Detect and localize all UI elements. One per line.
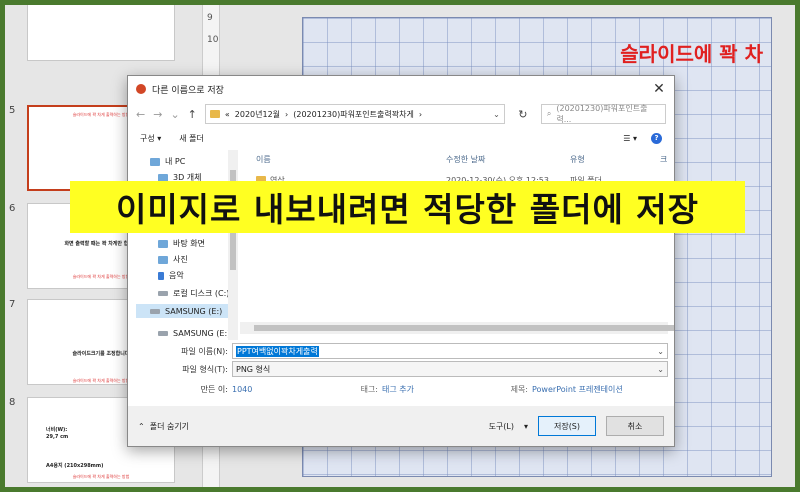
nav-item-pictures[interactable]: 사진	[158, 254, 188, 265]
view-options-icon[interactable]: ☰ ▾	[623, 134, 637, 143]
author-label: 만든 이:	[200, 384, 228, 394]
hide-folders-label: 폴더 숨기기	[149, 421, 190, 431]
nav-item-this-pc[interactable]: 내 PC	[150, 156, 185, 167]
thumbnail-text: A4용지 (210x298mm)	[46, 463, 104, 469]
nav-item-label: 바탕 화면	[173, 239, 205, 248]
nav-item-music[interactable]: 음악	[158, 270, 184, 281]
recent-chevron-icon[interactable]: ⌄	[170, 108, 179, 121]
search-box[interactable]: ⌕ (20201230)파워포인트출력...	[540, 104, 666, 124]
column-size[interactable]: 크	[660, 154, 667, 165]
up-arrow-icon[interactable]: ↑	[188, 108, 197, 121]
back-arrow-icon[interactable]: ←	[136, 108, 145, 121]
nav-item-label: 사진	[173, 255, 188, 264]
app-window: 5 슬라이드에 꽉 차게 출력하는 방법 6 화면 출력할 때는 꽉 차게만 합…	[5, 5, 795, 487]
organize-button[interactable]: 구성 ▾	[140, 133, 161, 144]
chevron-down-icon[interactable]: ⌄	[657, 347, 664, 356]
nav-item-label: SAMSUNG (E:)	[173, 328, 231, 338]
nav-item-samsung-drive[interactable]: SAMSUNG (E:)	[136, 304, 232, 318]
thumbnail-text: 슬라이드에 꽉 차게 출력하는 방법	[72, 474, 130, 479]
breadcrumb-overflow[interactable]: «	[225, 110, 230, 119]
caption-banner: 이미지로 내보내려면 적당한 폴더에 저장	[70, 181, 745, 233]
navigation-pane: 내 PC 3D 개체 바탕 화면 사진 음악 로컬 디스크 (C:) SAMSU…	[128, 150, 240, 340]
breadcrumb-separator: ›	[285, 109, 289, 119]
dialog-navbar: ← → ⌄ ↑ « 2020년12월 › (20201230)파워포인트출력꽉차…	[128, 102, 674, 126]
save-fields: 파일 이름(N): PPT여백없이꽉차게출력 ⌄ 파일 형식(T): PNG 형…	[128, 342, 674, 400]
help-icon[interactable]: ?	[651, 132, 662, 144]
horizontal-scrollbar[interactable]	[240, 322, 674, 334]
file-list: 이름 수정한 날짜 유형 크 영상 2020-12-30(수) 오후 12:53…	[240, 150, 674, 340]
filename-input[interactable]: PPT여백없이꽉차게출력 ⌄	[232, 343, 668, 359]
ruler-mark: 10	[207, 35, 219, 45]
nav-item-label: SAMSUNG (E:)	[165, 306, 223, 316]
folder-icon	[209, 110, 220, 118]
caption-text: 이미지로 내보내려면 적당한 폴더에 저장	[115, 190, 700, 229]
tags-value[interactable]: 태그 추가	[382, 384, 502, 395]
author-value[interactable]: 1040	[232, 385, 352, 394]
refresh-icon[interactable]: ↻	[513, 108, 533, 121]
filetype-select[interactable]: PNG 형식 ⌄	[232, 361, 668, 377]
tags-label: 태그:	[360, 384, 378, 394]
drive-icon	[158, 330, 168, 336]
column-name[interactable]: 이름	[256, 154, 271, 165]
dialog-body: 내 PC 3D 개체 바탕 화면 사진 음악 로컬 디스크 (C:) SAMSU…	[128, 150, 674, 340]
filetype-row: 파일 형식(T): PNG 형식 ⌄	[128, 360, 674, 378]
slide-number: 7	[9, 299, 16, 310]
nav-scrollbar[interactable]	[228, 150, 238, 340]
dialog-toolbar: 구성 ▾ 새 폴더 ☰ ▾ ?	[128, 126, 674, 150]
chevron-down-icon[interactable]: ⌄	[657, 365, 664, 374]
horizontal-scrollbar-thumb[interactable]	[254, 325, 674, 331]
pictures-icon	[158, 255, 168, 264]
drive-icon	[150, 308, 160, 314]
nav-item-label: 음악	[169, 271, 184, 280]
nav-item-label: 내 PC	[165, 157, 186, 166]
save-as-dialog: 다른 이름으로 저장 ✕ ← → ⌄ ↑ « 2020년12월 › (20201…	[127, 75, 675, 447]
subject-value[interactable]: PowerPoint 프레젠테이션	[532, 384, 623, 395]
column-type[interactable]: 유형	[570, 154, 585, 165]
address-bar[interactable]: « 2020년12월 › (20201230)파워포인트출력꽉차게 › ⌄	[204, 104, 505, 124]
close-icon[interactable]: ✕	[644, 81, 674, 97]
cancel-button[interactable]: 취소	[606, 416, 664, 436]
search-placeholder: (20201230)파워포인트출력...	[556, 104, 648, 124]
filename-label: 파일 이름(N):	[181, 346, 228, 356]
music-icon	[158, 271, 164, 280]
chevron-up-icon: ⌃	[138, 421, 145, 431]
hide-folders-toggle[interactable]: ⌃ 폴더 숨기기	[138, 421, 189, 432]
tools-button[interactable]: 도구(L)	[489, 421, 514, 432]
new-folder-button[interactable]: 새 폴더	[179, 133, 204, 144]
filename-value: PPT여백없이꽉차게출력	[236, 345, 319, 357]
computer-icon	[150, 157, 160, 166]
slide-title-text[interactable]: 슬라이드에 꽉 차	[620, 38, 763, 67]
slide-number: 8	[9, 397, 16, 408]
search-icon: ⌕	[546, 109, 552, 118]
filetype-value: PNG 형식	[236, 364, 271, 374]
desktop-icon	[158, 239, 168, 248]
breadcrumb-item[interactable]: 2020년12월	[235, 109, 280, 120]
drive-icon	[158, 291, 168, 296]
column-modified[interactable]: 수정한 날짜	[446, 154, 485, 165]
save-button[interactable]: 저장(S)	[538, 416, 596, 436]
ruler-mark: 9	[207, 13, 213, 23]
chevron-down-icon[interactable]: ⌄	[493, 110, 500, 119]
filename-row: 파일 이름(N): PPT여백없이꽉차게출력 ⌄	[128, 342, 674, 360]
powerpoint-icon	[136, 84, 146, 94]
tools-dropdown-icon[interactable]: ▾	[524, 422, 528, 431]
slide-thumbnail-4[interactable]	[27, 5, 175, 61]
breadcrumb-item[interactable]: (20201230)파워포인트출력꽉차게	[293, 109, 414, 120]
filetype-label: 파일 형식(T):	[182, 364, 228, 374]
subject-label: 제목:	[510, 384, 528, 394]
dialog-footer: ⌃ 폴더 숨기기 도구(L) ▾ 저장(S) 취소	[128, 406, 674, 446]
forward-arrow-icon[interactable]: →	[153, 108, 162, 121]
nav-item-local-disk[interactable]: 로컬 디스크 (C:)	[158, 288, 229, 299]
slide-number: 6	[9, 203, 16, 214]
breadcrumb-separator: ›	[418, 109, 423, 119]
metadata-row: 만든 이: 1040 태그: 태그 추가 제목: PowerPoint 프레젠테…	[128, 378, 674, 400]
nav-item-desktop[interactable]: 바탕 화면	[158, 238, 205, 249]
file-list-header: 이름 수정한 날짜 유형 크	[240, 150, 674, 168]
slide-number: 5	[9, 105, 16, 116]
nav-item-label: 로컬 디스크 (C:)	[173, 289, 230, 298]
dialog-title: 다른 이름으로 저장	[152, 85, 224, 96]
nav-item-samsung-drive-2[interactable]: SAMSUNG (E:)	[158, 328, 230, 338]
dialog-titlebar: 다른 이름으로 저장 ✕	[128, 76, 674, 102]
